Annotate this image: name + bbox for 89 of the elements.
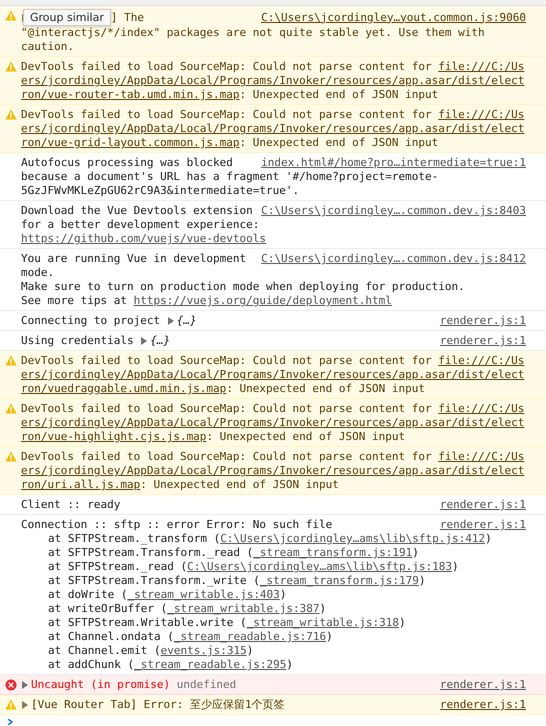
link[interactable]: ron/vuedraggable.umd.min.js.map [21, 382, 226, 396]
link[interactable]: C:\Users\jcordingley…ams\lib\sftp.js:183 [187, 560, 452, 574]
message-text: Connection :: sftp :: error Error: No such file [21, 518, 332, 532]
message-text: ) [280, 588, 286, 602]
message-text: 5GzJFWvMKLeZpGU62rC9A3&intermediate=true'. [21, 184, 300, 198]
object-preview[interactable]: {…} [176, 314, 197, 328]
message-text: DevTools failed to load SourceMap: Could not parse content for [21, 60, 433, 74]
message-text: You are running Vue in development [21, 252, 246, 266]
source-link[interactable]: renderer.js:1 [432, 698, 526, 712]
object-preview[interactable]: {…} [150, 334, 170, 348]
link[interactable]: _stream_readable.js:716 [174, 630, 326, 644]
message-text: ) [485, 532, 492, 546]
source-link[interactable]: index.html#/home?pro…intermediate=true:1 [253, 156, 526, 170]
source-link[interactable]: renderer.js:1 [432, 498, 526, 512]
link[interactable]: _stream_writable.js:403 [127, 588, 280, 602]
link[interactable]: ron/vue-grid-layout.common.js.map [21, 136, 240, 150]
message-text: at SFTPStream._read ( [48, 560, 188, 574]
message-text: ) [286, 658, 294, 672]
message-text: [Vue Router Tab] Error: 至少应保留1个页签 [31, 698, 285, 712]
message-text: at SFTPStream.Transform._read ( [48, 546, 254, 560]
message-text: : Unexpected end of JSON input [206, 430, 406, 444]
source-link[interactable]: C:\Users\jcordingley….common.dev.js:8403 [253, 204, 526, 218]
message-text: "@interactjs/*/index" packages are not quite stable yet. Use them with [21, 26, 485, 40]
source-link[interactable]: renderer.js:1 [432, 518, 526, 532]
link[interactable]: ers/jcordingley/AppData/Local/Programs/Invoker/resources/app.asar/dist/elect [21, 74, 524, 88]
link[interactable]: ron/vue-router-tab.umd.min.js.map [21, 88, 240, 102]
message-text: ) [418, 574, 426, 588]
link[interactable]: C:\Users\jcordingley…ams\lib\sftp.js:412 [220, 532, 486, 546]
message-text: at addChunk ( [48, 658, 134, 672]
source-link[interactable]: renderer.js:1 [432, 678, 526, 692]
message-text: caution. [21, 40, 74, 54]
exception-text: Uncaught (in promise) [31, 678, 170, 692]
message-text: DevTools failed to load SourceMap: Could not parse content for [21, 450, 433, 464]
source-link[interactable]: C:\Users\jcordingley….common.dev.js:8412 [253, 252, 526, 266]
message-text: ) [412, 546, 419, 560]
message-text: ) [246, 644, 254, 658]
link[interactable]: ers/jcordingley/AppData/Local/Programs/Invoker/resources/app.asar/dist/elect [21, 122, 524, 136]
message-text: ) [326, 630, 333, 644]
message-text: DevTools failed to load SourceMap: Could not parse content for [21, 354, 433, 368]
message-text: ] The [110, 10, 144, 24]
message-text: DevTools failed to load SourceMap: Could not parse content for [21, 402, 433, 416]
link[interactable]: _stream_transform.js:179 [260, 574, 419, 588]
link[interactable]: ron/uri.all.js.map [21, 478, 140, 492]
link[interactable]: file:///C:/Us [438, 60, 524, 74]
message-text: at Channel.emit ( [48, 644, 161, 658]
source-link[interactable]: C:\Users\jcordingley…yout.common.js:9060 [253, 10, 526, 24]
link[interactable]: ron/vue-highlight.cjs.js.map [21, 430, 206, 444]
link[interactable]: file:///C:/Us [438, 354, 524, 368]
message-text: Download the Vue Devtools extension [21, 204, 253, 218]
message-text: See more tips at [21, 294, 128, 308]
message-text: Using credentials [21, 334, 135, 348]
message-text: because a document's URL has a fragment '#/home?project=remote- [21, 170, 438, 184]
message-text: Autofocus processing was blocked [21, 156, 233, 170]
message-text: at Channel.ondata ( [48, 630, 174, 644]
link[interactable]: https://github.com/vuejs/vue-devtools [21, 232, 266, 246]
message-text: Make sure to turn on production mode when deploying for production. [21, 280, 465, 294]
link[interactable]: ers/jcordingley/AppData/Local/Programs/Invoker/resources/app.asar/dist/elect [21, 464, 524, 478]
message-text: for a better development experience: [21, 218, 260, 232]
link[interactable]: ers/jcordingley/AppData/Local/Programs/Invoker/resources/app.asar/dist/elect [21, 416, 524, 430]
source-link[interactable]: renderer.js:1 [432, 334, 526, 348]
message-text: : Unexpected end of JSON input [140, 478, 339, 492]
message-text: at SFTPStream.Transform._write ( [48, 574, 260, 588]
message-text: at SFTPStream.Writable.write ( [48, 616, 247, 630]
tooltip: Group similar [23, 9, 111, 26]
link[interactable]: file:///C:/Us [438, 402, 524, 416]
link[interactable]: _stream_writable.js:387 [167, 602, 320, 616]
message-text: Connecting to project [21, 314, 162, 328]
message-text: DevTools failed to load SourceMap: Could not parse content for [21, 108, 433, 122]
message-text: at writeOrBuffer ( [48, 602, 168, 616]
message-text: at doWrite ( [48, 588, 128, 602]
message-text: at SFTPStream._transform ( [48, 532, 220, 546]
message-text: : Unexpected end of JSON input [240, 88, 438, 102]
message-text: : Unexpected end of JSON input [240, 136, 438, 150]
message-text: ) [452, 560, 459, 574]
link[interactable]: _stream_transform.js:191 [253, 546, 412, 560]
message-text: mode. [21, 266, 54, 280]
link[interactable]: ers/jcordingley/AppData/Local/Programs/Invoker/resources/app.asar/dist/elect [21, 368, 524, 382]
message-text: ) [320, 602, 326, 616]
link[interactable]: _stream_writable.js:318 [246, 616, 400, 630]
link[interactable]: _stream_readable.js:295 [134, 658, 286, 672]
link[interactable]: file:///C:/Us [438, 108, 524, 122]
message-text: ) [399, 616, 406, 630]
link[interactable]: events.js:315 [160, 644, 247, 658]
message-text: undefined [176, 678, 236, 692]
source-link[interactable]: renderer.js:1 [432, 314, 526, 328]
link[interactable]: file:///C:/Us [438, 450, 524, 464]
message-text: Client :: ready [21, 498, 120, 512]
message-text: : Unexpected end of JSON input [226, 382, 425, 396]
link[interactable]: https://vuejs.org/guide/deployment.html [134, 294, 392, 308]
